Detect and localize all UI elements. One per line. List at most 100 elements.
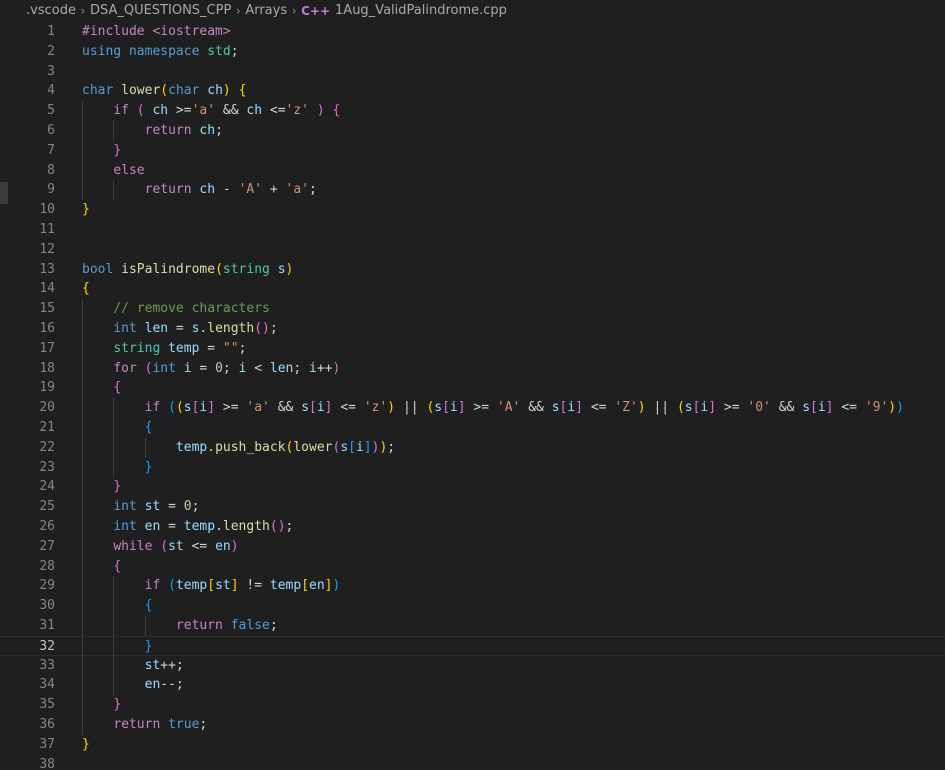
code-line[interactable]: 10} — [0, 200, 945, 220]
indent-guide — [113, 398, 115, 418]
code-text: if (temp[st] != temp[en]) — [144, 578, 341, 594]
breadcrumb-item[interactable]: 1Aug_ValidPalindrome.cpp — [335, 0, 507, 22]
code-text: else — [113, 162, 145, 178]
indent-guide — [144, 616, 146, 636]
line-number: 31 — [39, 618, 55, 633]
code-text: int en = temp.length(); — [113, 519, 294, 534]
code-text: { — [144, 598, 153, 614]
indent-guide — [113, 576, 115, 597]
code-line[interactable]: 24 } — [0, 477, 945, 498]
code-line[interactable]: 22 temp.push_back(lower(s[i])); — [0, 437, 945, 458]
indent-guide — [113, 180, 115, 201]
code-text: } — [82, 736, 90, 752]
code-line[interactable]: 3 — [0, 62, 945, 82]
line-number: 22 — [39, 439, 55, 455]
indent-guide — [82, 655, 83, 676]
code-line[interactable]: 28 { — [0, 556, 945, 577]
code-line[interactable]: 1 #include <iostream> — [0, 22, 945, 42]
line-number: 18 — [39, 360, 55, 376]
indent-guide — [82, 398, 83, 418]
indent-guide — [113, 636, 115, 657]
code-text: { — [113, 558, 122, 574]
indent-guide — [82, 160, 83, 181]
line-number: 26 — [39, 519, 55, 534]
code-text: if ((s[i] >= 'a' && s[i] <= 'z') || (s[i… — [144, 400, 904, 416]
code-text: { — [144, 420, 153, 435]
code-text: } — [144, 638, 153, 654]
code-line[interactable]: 31 return false; — [0, 616, 945, 636]
indent-guide — [113, 457, 115, 478]
line-number: 17 — [39, 340, 55, 356]
line-number: 29 — [39, 578, 55, 594]
code-text: return true; — [113, 717, 208, 732]
code-line[interactable]: 5 if ( ch >='a' && ch <='z' ) { — [0, 101, 945, 121]
code-line[interactable]: 8 else — [0, 160, 945, 181]
breadcrumb-item[interactable]: Arrays — [245, 0, 287, 22]
code-line[interactable]: 26 int en = temp.length(); — [0, 517, 945, 537]
code-line[interactable]: 29 if (temp[st] != temp[en]) — [0, 576, 945, 597]
line-number: 5 — [47, 103, 55, 119]
code-line[interactable]: 14 { — [0, 279, 945, 299]
code-line[interactable]: 36 return true; — [0, 715, 945, 735]
code-line[interactable]: 17 string temp = ""; — [0, 338, 945, 359]
code-line[interactable]: 37} — [0, 735, 945, 755]
code-line[interactable]: 23 } — [0, 457, 945, 478]
code-text: } — [113, 479, 122, 495]
code-line[interactable]: 21 { — [0, 418, 945, 438]
code-line[interactable]: 9 return ch - 'A' + 'a'; — [0, 180, 945, 201]
code-line[interactable]: 4 char lower(char ch) { — [0, 81, 945, 101]
indent-guide — [113, 596, 115, 616]
indent-guide — [82, 675, 83, 696]
code-text: int len = s.length(); — [113, 321, 278, 336]
code-line[interactable]: 15 // remove characters — [0, 299, 945, 319]
breadcrumb: .vscode › DSA_QUESTIONS_CPP › Arrays › C++ 1Aug… — [0, 0, 945, 22]
line-number: 19 — [39, 380, 55, 396]
code-editor[interactable]: 1 #include <iostream> 2 using namespace std… — [0, 22, 945, 770]
code-text: #include <iostream> — [82, 24, 231, 39]
code-text: // remove characters — [113, 301, 270, 317]
code-line[interactable]: 30 { — [0, 596, 945, 616]
code-line[interactable]: 12 — [0, 240, 945, 260]
breadcrumb-item[interactable]: DSA_QUESTIONS_CPP — [90, 0, 231, 22]
indent-guide — [82, 437, 83, 458]
line-number: 3 — [47, 63, 55, 79]
indent-guide — [82, 140, 83, 161]
code-text: en--; — [144, 677, 184, 693]
code-line[interactable]: 18 for (int i = 0; i < len; i++) — [0, 358, 945, 379]
code-line[interactable]: 32 } — [0, 635, 945, 657]
code-line[interactable]: 38 — [0, 755, 945, 770]
code-line[interactable]: 35 } — [0, 695, 945, 715]
code-line[interactable]: 13 bool isPalindrome(string s) — [0, 260, 945, 280]
code-line[interactable]: 19 { — [0, 378, 945, 399]
code-line[interactable]: 34 en--; — [0, 675, 945, 696]
code-line[interactable]: 6 return ch; — [0, 121, 945, 141]
code-text: } — [82, 202, 90, 218]
code-line[interactable]: 33 st++; — [0, 655, 945, 676]
code-line[interactable]: 2 using namespace std; — [0, 42, 945, 62]
code-line[interactable]: 20 if ((s[i] >= 'a' && s[i] <= 'z') || (… — [0, 398, 945, 418]
code-text: string temp = ""; — [113, 340, 247, 356]
line-number: 2 — [47, 43, 55, 59]
line-number: 37 — [39, 736, 55, 752]
code-text: st++; — [144, 657, 184, 673]
code-text: bool isPalindrome(string s) — [82, 261, 294, 277]
indent-guide — [82, 616, 83, 636]
code-line[interactable]: 27 while (st <= en) — [0, 536, 945, 557]
line-number: 23 — [39, 459, 55, 475]
indent-guide — [82, 536, 83, 557]
breadcrumb-item[interactable]: .vscode — [26, 0, 76, 22]
code-line[interactable]: 16 int len = s.length(); — [0, 319, 945, 339]
line-number: 13 — [39, 261, 55, 277]
line-number: 27 — [39, 538, 55, 554]
line-number: 24 — [39, 479, 55, 495]
line-number: 25 — [39, 499, 55, 515]
indent-guide — [82, 299, 83, 319]
code-line[interactable]: 11 — [0, 220, 945, 240]
line-number: 32 — [39, 638, 55, 654]
line-number: 7 — [47, 142, 55, 158]
line-number: 16 — [39, 321, 55, 336]
code-line[interactable]: 7 } — [0, 140, 945, 161]
code-text: { — [113, 380, 122, 396]
code-line[interactable]: 25 int st = 0; — [0, 497, 945, 517]
indent-guide — [113, 121, 115, 141]
